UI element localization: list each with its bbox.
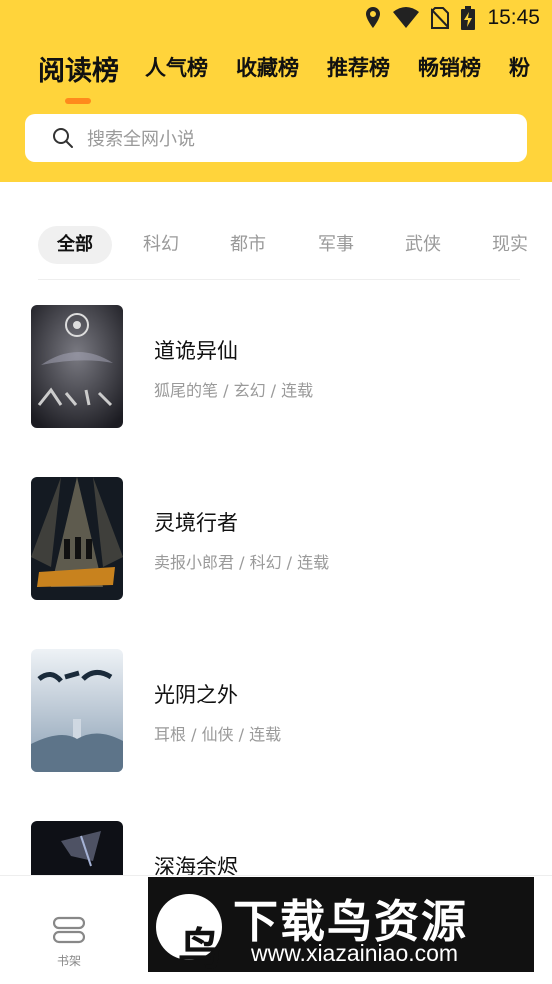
book-cover (31, 649, 123, 772)
bookshelf-icon (52, 916, 86, 944)
book-item[interactable]: 光阴之外 耳根 / 仙侠 / 连载 (31, 649, 521, 773)
watermark-logo: 鸟 (156, 894, 222, 975)
active-tab-indicator (65, 98, 91, 104)
watermark-banner: 鸟 下载鸟资源 www.xiazainiao.com (148, 877, 534, 975)
nav-bookshelf[interactable]: 书架 (47, 914, 91, 969)
category-scifi[interactable]: 科幻 (143, 226, 179, 264)
nav-bookshelf-label: 书架 (56, 954, 81, 968)
no-sim-icon (431, 7, 450, 29)
category-military[interactable]: 军事 (318, 226, 354, 264)
tab-fans-rank[interactable]: 粉 (509, 52, 530, 82)
status-time: 15:45 (487, 6, 540, 29)
search-input[interactable] (85, 114, 509, 164)
rank-tabs: 阅读榜 人气榜 收藏榜 推荐榜 畅销榜 粉 (38, 52, 552, 92)
book-title: 道诡异仙 (154, 339, 238, 363)
book-item[interactable]: 灵境行者 卖报小郎君 / 科幻 / 连载 (31, 477, 521, 601)
battery-charging-icon (461, 6, 476, 30)
book-meta: 狐尾的笔 / 玄幻 / 连载 (154, 381, 314, 400)
wifi-icon (393, 7, 420, 28)
book-meta: 卖报小郎君 / 科幻 / 连载 (154, 553, 330, 572)
watermark-url: www.xiazainiao.com (251, 940, 459, 966)
book-cover (31, 477, 123, 600)
location-icon (366, 7, 381, 28)
book-meta: 耳根 / 仙侠 / 连载 (154, 725, 282, 744)
search-bar[interactable] (25, 114, 527, 164)
book-cover (31, 305, 123, 428)
tab-recommend-rank[interactable]: 推荐榜 (327, 52, 390, 82)
search-icon (53, 128, 73, 148)
tab-bestseller-rank[interactable]: 畅销榜 (418, 52, 481, 82)
divider (38, 279, 520, 280)
category-tabs: 全部 科幻 都市 军事 武侠 现实 (0, 226, 552, 266)
header: 15:45 阅读榜 人气榜 收藏榜 推荐榜 畅销榜 粉 (0, 0, 552, 182)
book-title: 灵境行者 (154, 511, 238, 535)
tab-collection-rank[interactable]: 收藏榜 (236, 52, 299, 82)
tab-popularity-rank[interactable]: 人气榜 (145, 52, 208, 82)
book-item[interactable]: 道诡异仙 狐尾的笔 / 玄幻 / 连载 (31, 305, 521, 429)
category-reality[interactable]: 现实 (492, 226, 528, 264)
category-urban[interactable]: 都市 (230, 226, 266, 264)
book-title: 光阴之外 (154, 683, 238, 707)
category-all[interactable]: 全部 (38, 226, 112, 264)
status-bar: 15:45 (0, 0, 552, 38)
tab-reading-rank[interactable]: 阅读榜 (38, 52, 119, 88)
category-wuxia[interactable]: 武侠 (405, 226, 441, 264)
